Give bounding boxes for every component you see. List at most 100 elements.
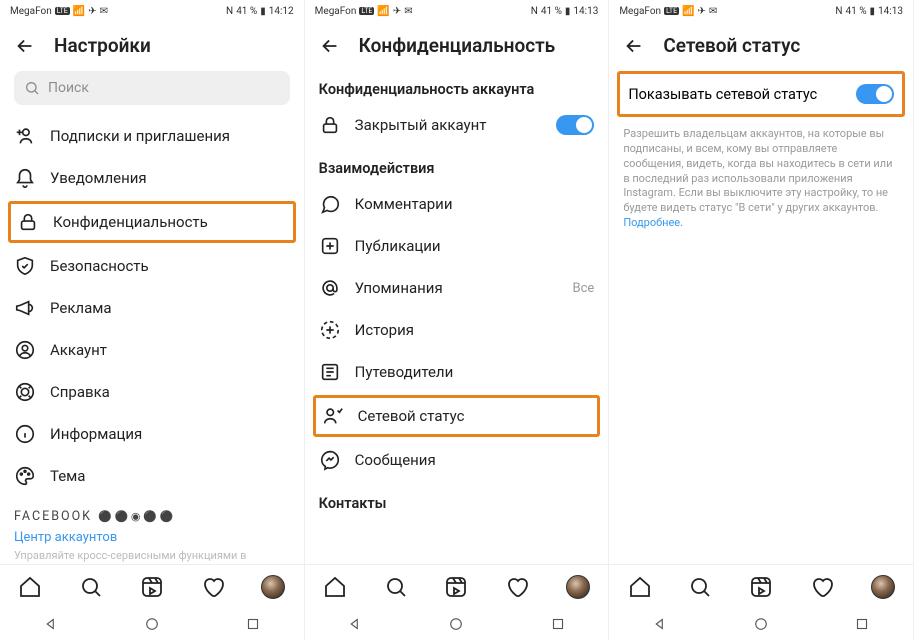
- row-privacy[interactable]: Конфиденциальность: [8, 201, 296, 243]
- row-label: Комментарии: [355, 195, 595, 213]
- page-title: Сетевой статус: [663, 34, 800, 57]
- tab-home[interactable]: [628, 575, 652, 599]
- row-theme[interactable]: Тема: [0, 455, 304, 497]
- lock-icon: [17, 211, 39, 233]
- nav-back[interactable]: [651, 615, 669, 633]
- row-story[interactable]: История: [305, 309, 609, 351]
- tab-activity[interactable]: [810, 575, 834, 599]
- back-button[interactable]: [623, 35, 645, 57]
- status-bar: MegaFonLTE📶✈✉ N41 %▮14:13: [609, 0, 913, 22]
- tab-profile[interactable]: [261, 575, 285, 599]
- tab-profile[interactable]: [871, 575, 895, 599]
- row-show-activity[interactable]: Показывать сетевой статус: [617, 71, 905, 117]
- search-icon: [24, 80, 40, 96]
- phone-activity-status: MegaFonLTE📶✈✉ N41 %▮14:13 Сетевой статус…: [609, 0, 914, 640]
- brand-label: FACEBOOK ⚫ ⚫ ◉ ⚫ ⚫: [0, 497, 304, 524]
- tab-reels[interactable]: [140, 575, 164, 599]
- at-icon: [319, 277, 341, 299]
- row-label: Конфиденциальность: [53, 213, 287, 231]
- tab-reels[interactable]: [749, 575, 773, 599]
- row-ads[interactable]: Реклама: [0, 287, 304, 329]
- phone-privacy: MegaFonLTE📶✈✉ N41 %▮14:13 Конфиденциальн…: [305, 0, 610, 640]
- row-security[interactable]: Безопасность: [0, 245, 304, 287]
- learn-more-link[interactable]: Подробнее.: [623, 216, 683, 229]
- row-help[interactable]: Справка: [0, 371, 304, 413]
- lock-icon: [319, 114, 341, 136]
- signal-icon: 📶: [377, 6, 389, 17]
- activity-icon: [322, 405, 344, 427]
- status-bar: MegaFonLTE📶✈✉ N41 %▮14:13: [305, 0, 609, 22]
- phone-settings: MegaFon LTE 📶 ✈ ✉ N 41 % ▮ 14:12 Настрой…: [0, 0, 305, 640]
- brand-text: FACEBOOK: [14, 509, 92, 524]
- plus-square-icon: [319, 235, 341, 257]
- row-info[interactable]: Информация: [0, 413, 304, 455]
- toggle-show-activity[interactable]: [856, 84, 894, 104]
- tab-search[interactable]: [384, 575, 408, 599]
- status-bar: MegaFon LTE 📶 ✈ ✉ N 41 % ▮ 14:12: [0, 0, 304, 22]
- nfc-icon: N: [226, 6, 233, 17]
- signal-icon: 📶: [73, 6, 85, 17]
- battery-icon: ▮: [870, 6, 876, 17]
- row-label: Сетевой статус: [358, 407, 592, 425]
- tab-activity[interactable]: [505, 575, 529, 599]
- carrier-label: MegaFon: [619, 6, 661, 17]
- nav-home[interactable]: [447, 615, 465, 633]
- row-messages[interactable]: Сообщения: [305, 439, 609, 481]
- nav-recent[interactable]: [244, 615, 262, 633]
- palette-icon: [14, 465, 36, 487]
- nav-back[interactable]: [346, 615, 364, 633]
- row-account[interactable]: Аккаунт: [0, 329, 304, 371]
- row-label: Реклама: [50, 299, 290, 317]
- description-text: Разрешить владельцам аккаунтов, на котор…: [609, 127, 913, 231]
- tab-home[interactable]: [18, 575, 42, 599]
- row-posts[interactable]: Публикации: [305, 225, 609, 267]
- tab-home[interactable]: [323, 575, 347, 599]
- header: Настройки: [0, 22, 304, 67]
- row-private-account[interactable]: Закрытый аккаунт: [305, 104, 609, 146]
- megaphone-icon: [14, 297, 36, 319]
- row-mentions[interactable]: Упоминания Все: [305, 267, 609, 309]
- telegram-icon: ✉: [709, 6, 717, 17]
- plane-icon: ✈: [88, 6, 96, 17]
- status-chip: LTE: [359, 7, 374, 15]
- row-label: Упоминания: [355, 279, 559, 297]
- row-guides[interactable]: Путеводители: [305, 351, 609, 393]
- back-button[interactable]: [14, 35, 36, 57]
- tab-bar: [0, 564, 304, 608]
- nfc-icon: N: [835, 6, 842, 17]
- nav-recent[interactable]: [853, 615, 871, 633]
- avatar-icon: [566, 575, 590, 599]
- tab-profile[interactable]: [566, 575, 590, 599]
- search-input[interactable]: Поиск: [14, 71, 290, 105]
- row-comments[interactable]: Комментарии: [305, 183, 609, 225]
- header: Конфиденциальность: [305, 22, 609, 67]
- clock-label: 14:13: [878, 6, 903, 17]
- guide-icon: [319, 361, 341, 383]
- section-account-privacy: Конфиденциальность аккаунта: [305, 67, 609, 104]
- nav-bar: [0, 608, 304, 640]
- nav-recent[interactable]: [549, 615, 567, 633]
- back-button[interactable]: [319, 35, 341, 57]
- tab-search[interactable]: [79, 575, 103, 599]
- nav-back[interactable]: [42, 615, 60, 633]
- carrier-label: MegaFon: [315, 6, 357, 17]
- row-label: Сообщения: [355, 451, 595, 469]
- row-notifications[interactable]: Уведомления: [0, 157, 304, 199]
- section-interactions: Взаимодействия: [305, 146, 609, 183]
- header: Сетевой статус: [609, 22, 913, 67]
- row-label: Аккаунт: [50, 341, 290, 359]
- row-label: Закрытый аккаунт: [355, 116, 543, 134]
- nav-home[interactable]: [143, 615, 161, 633]
- tab-search[interactable]: [688, 575, 712, 599]
- tab-activity[interactable]: [201, 575, 225, 599]
- toggle-private[interactable]: [556, 115, 594, 135]
- telegram-icon: ✉: [404, 6, 412, 17]
- tab-reels[interactable]: [444, 575, 468, 599]
- row-activity-status[interactable]: Сетевой статус: [313, 395, 601, 437]
- row-subscriptions[interactable]: Подписки и приглашения: [0, 115, 304, 157]
- nav-home[interactable]: [752, 615, 770, 633]
- row-label: Путеводители: [355, 363, 595, 381]
- carrier-label: MegaFon: [10, 6, 52, 17]
- accounts-center-link[interactable]: Центр аккаунтов: [0, 524, 304, 547]
- tab-bar: [305, 564, 609, 608]
